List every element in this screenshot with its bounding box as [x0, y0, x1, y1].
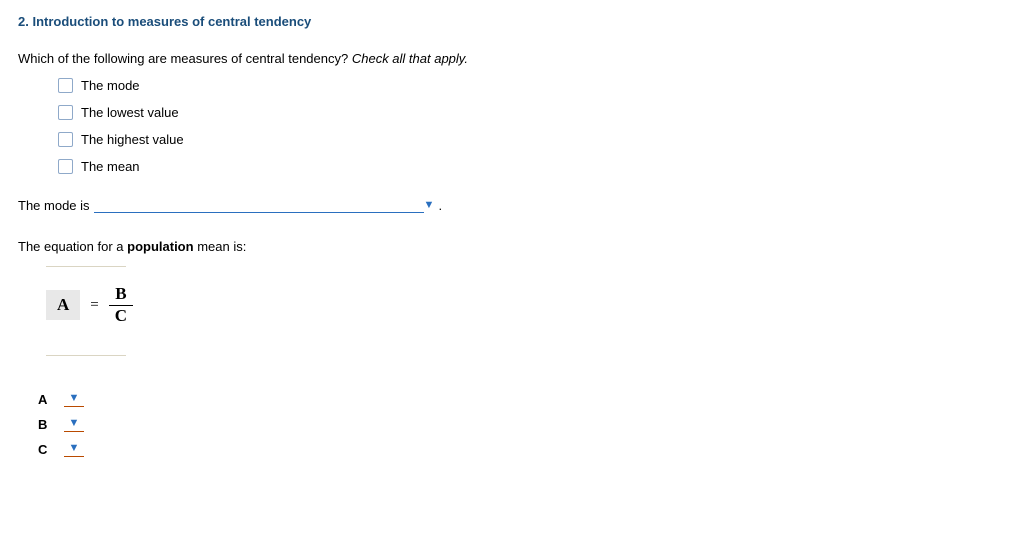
variable-dropdown[interactable]: ▼ — [64, 418, 84, 432]
fill-trail-text: . — [438, 198, 442, 213]
fill-lead-text: The mode is — [18, 198, 90, 213]
variable-label: A — [38, 392, 52, 407]
variable-label: B — [38, 417, 52, 432]
checkbox-label: The lowest value — [81, 105, 179, 120]
equation-lhs-box[interactable]: A — [46, 290, 80, 320]
checkbox-label: The mode — [81, 78, 140, 93]
checkbox-option[interactable]: The highest value — [58, 132, 1006, 147]
section-title: 2. Introduction to measures of central t… — [18, 14, 1006, 29]
checkbox-icon[interactable] — [58, 159, 73, 174]
variable-row: B ▼ — [38, 417, 1006, 432]
checkbox-icon[interactable] — [58, 78, 73, 93]
checkbox-list: The mode The lowest value The highest va… — [58, 78, 1006, 174]
divider — [46, 266, 126, 267]
checkbox-option[interactable]: The lowest value — [58, 105, 1006, 120]
equation-intro: The equation for a population mean is: — [18, 239, 1006, 254]
dropdown-underline — [64, 456, 84, 457]
fill-in-blank-row: The mode is ▼ . — [18, 198, 1006, 213]
equation-intro-t2: mean is: — [194, 239, 247, 254]
chevron-down-icon: ▼ — [69, 418, 80, 429]
variable-row: C ▼ — [38, 442, 1006, 457]
chevron-down-icon: ▼ — [69, 443, 80, 454]
equation-intro-bold: population — [127, 239, 193, 254]
checkbox-icon[interactable] — [58, 105, 73, 120]
question-text: Which of the following are measures of c… — [18, 51, 352, 66]
chevron-down-icon[interactable]: ▼ — [424, 199, 435, 211]
dropdown-underline — [64, 431, 84, 432]
fraction-numerator: B — [109, 285, 132, 305]
checkbox-label: The mean — [81, 159, 140, 174]
variable-dropdown[interactable]: ▼ — [64, 443, 84, 457]
equation-fraction: B C — [109, 285, 133, 325]
checkbox-option[interactable]: The mode — [58, 78, 1006, 93]
variable-dropdown-list: A ▼ B ▼ C ▼ — [38, 392, 1006, 457]
checkbox-icon[interactable] — [58, 132, 73, 147]
question-prompt: Which of the following are measures of c… — [18, 51, 1006, 66]
fraction-denominator: C — [109, 305, 133, 326]
variable-dropdown[interactable]: ▼ — [64, 393, 84, 407]
equation-intro-t1: The equation for a — [18, 239, 127, 254]
dropdown-blank[interactable] — [94, 198, 424, 213]
checkbox-label: The highest value — [81, 132, 184, 147]
dropdown-underline — [64, 406, 84, 407]
equals-sign: = — [90, 297, 98, 314]
variable-row: A ▼ — [38, 392, 1006, 407]
equation-block: A = B C — [46, 285, 1006, 325]
question-instruction: Check all that apply. — [352, 51, 468, 66]
checkbox-option[interactable]: The mean — [58, 159, 1006, 174]
variable-label: C — [38, 442, 52, 457]
divider — [46, 355, 126, 356]
chevron-down-icon: ▼ — [69, 393, 80, 404]
